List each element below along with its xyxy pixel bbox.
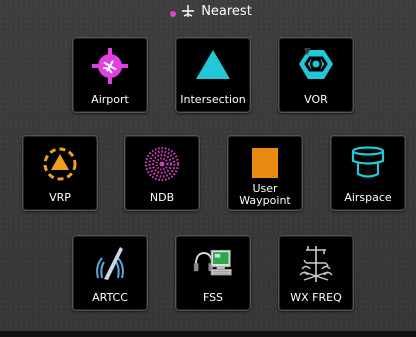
airspace-button[interactable]: Airspace bbox=[330, 135, 406, 211]
airspace-icon bbox=[348, 144, 388, 184]
wx-freq-label: WX FREQ bbox=[290, 291, 342, 304]
nearest-screen: Nearest Airport Intersection VOR VRP NDB… bbox=[0, 0, 416, 337]
vor-button[interactable]: VOR bbox=[278, 37, 354, 113]
active-dot-icon bbox=[170, 11, 177, 17]
artcc-icon bbox=[90, 244, 130, 284]
ndb-icon bbox=[142, 144, 182, 184]
airport-button[interactable]: Airport bbox=[72, 37, 148, 113]
ndb-label: NDB bbox=[149, 191, 175, 204]
airport-icon bbox=[90, 46, 130, 86]
user-waypoint-button[interactable]: User Waypoint bbox=[227, 135, 303, 211]
bottom-edge bbox=[0, 331, 416, 337]
fss-icon bbox=[193, 244, 233, 284]
intersection-icon bbox=[193, 46, 233, 86]
intersection-label: Intersection bbox=[180, 93, 246, 106]
fss-label: FSS bbox=[202, 291, 224, 304]
vor-icon bbox=[296, 46, 336, 86]
ndb-button[interactable]: NDB bbox=[124, 135, 200, 211]
artcc-button[interactable]: ARTCC bbox=[72, 235, 148, 311]
wx-freq-icon bbox=[296, 244, 336, 284]
user-waypoint-label-line2: Waypoint bbox=[239, 194, 291, 207]
user-waypoint-label: User Waypoint bbox=[228, 183, 302, 207]
wx-freq-button[interactable]: WX FREQ bbox=[278, 235, 354, 311]
vor-label: VOR bbox=[304, 93, 328, 106]
vrp-icon bbox=[40, 144, 80, 184]
airport-label: Airport bbox=[91, 93, 129, 106]
title-bar: Nearest bbox=[0, 0, 416, 22]
fss-button[interactable]: FSS bbox=[175, 235, 251, 311]
user-waypoint-icon bbox=[245, 144, 285, 184]
artcc-label: ARTCC bbox=[92, 291, 128, 304]
page-title: Nearest bbox=[201, 3, 252, 19]
vrp-label: VRP bbox=[49, 191, 71, 204]
intersection-button[interactable]: Intersection bbox=[175, 37, 251, 113]
airspace-label: Airspace bbox=[344, 191, 392, 204]
plane-icon bbox=[182, 5, 195, 17]
vrp-button[interactable]: VRP bbox=[22, 135, 98, 211]
